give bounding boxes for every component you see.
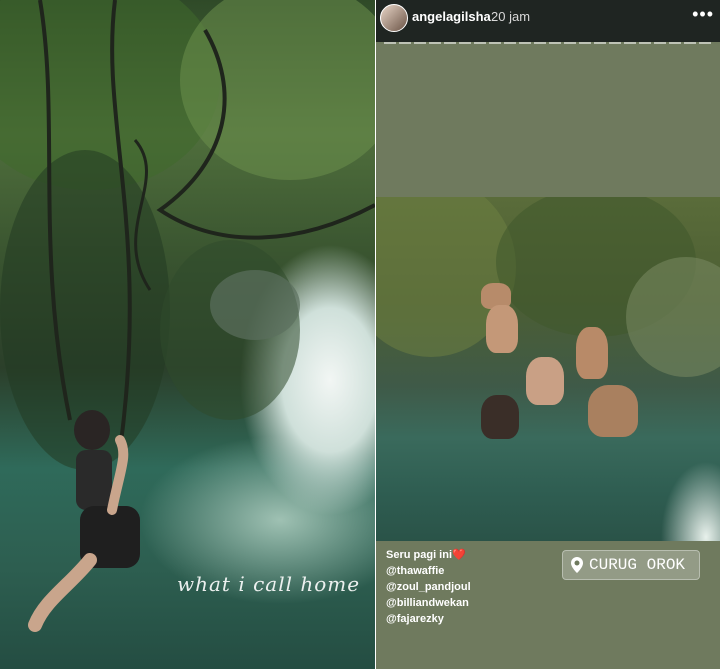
mention-link[interactable]: @fajarezky <box>386 611 471 627</box>
more-icon[interactable]: ••• <box>692 4 714 25</box>
timestamp: 20 jam <box>491 9 531 24</box>
swinging-person <box>28 410 140 632</box>
story-photo <box>376 197 720 541</box>
mention-link[interactable]: @zoul_pandjoul <box>386 579 471 595</box>
person <box>481 395 519 439</box>
story-progress-bar <box>384 42 711 44</box>
left-story-image: what i call home <box>0 0 375 669</box>
location-label: CURUG OROK <box>589 556 686 574</box>
avatar[interactable] <box>380 4 408 32</box>
mention-link[interactable]: @thawaffie <box>386 563 471 579</box>
right-story-panel: angelagilsha 20 jam ••• Seru pagi ini❤️ … <box>376 0 720 669</box>
story-header: angelagilsha 20 jam ••• <box>376 0 720 44</box>
mention-link[interactable]: @billiandwekan <box>386 595 471 611</box>
username[interactable]: angelagilsha <box>412 9 491 24</box>
story-overlay-text: what i call home <box>177 572 361 596</box>
caption-text: Seru pagi ini❤️ <box>386 549 466 561</box>
location-pin-icon <box>571 557 583 573</box>
story-caption: Seru pagi ini❤️ @thawaffie @zoul_pandjou… <box>386 547 471 627</box>
location-sticker[interactable]: CURUG OROK <box>562 550 700 580</box>
person <box>526 357 564 405</box>
person <box>588 385 638 437</box>
person <box>576 327 608 379</box>
person <box>486 305 518 353</box>
